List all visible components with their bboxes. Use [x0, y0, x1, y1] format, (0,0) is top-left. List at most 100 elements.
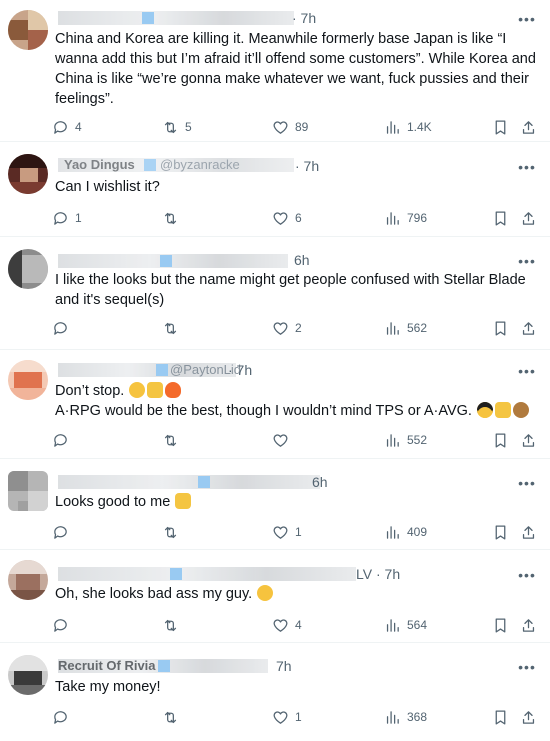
reply-tweet[interactable]: 6h ••• Looks good to me 1 409: [0, 459, 550, 550]
more-options-icon[interactable]: •••: [518, 364, 536, 378]
timestamp[interactable]: 6h: [312, 474, 328, 490]
verified-badge-icon: [158, 660, 170, 672]
bookmark-button[interactable]: [492, 117, 509, 137]
share-button[interactable]: [520, 522, 537, 542]
blurred-author-name[interactable]: [58, 475, 320, 489]
views-button[interactable]: 796: [384, 208, 427, 228]
like-button[interactable]: [272, 430, 295, 450]
thumbs-up-emoji: [147, 382, 164, 398]
share-button[interactable]: [520, 208, 537, 228]
bookmark-button[interactable]: [492, 615, 509, 635]
bookmark-button[interactable]: [492, 318, 509, 338]
more-options-icon[interactable]: •••: [518, 660, 536, 674]
timestamp[interactable]: LV · 7h: [356, 566, 400, 582]
blurred-author-name[interactable]: Recruit Of Rivia: [58, 658, 268, 673]
timestamp[interactable]: 7h: [276, 658, 292, 674]
tweet-text-line: Looks good to me: [55, 492, 536, 512]
reply-icon: [54, 525, 67, 539]
share-button[interactable]: [520, 117, 537, 137]
reply-icon: [54, 433, 67, 447]
like-button[interactable]: 1: [272, 522, 302, 542]
blurred-author-name[interactable]: [58, 11, 294, 25]
timestamp[interactable]: · 7h: [292, 10, 316, 26]
tweet-text-segment: Looks good to me: [55, 494, 171, 510]
more-options-icon[interactable]: •••: [518, 254, 536, 268]
timestamp[interactable]: · 7h: [228, 362, 252, 378]
reply-button[interactable]: [52, 318, 75, 338]
reply-button[interactable]: [52, 707, 75, 727]
bookmark-button[interactable]: [492, 208, 509, 228]
more-options-icon[interactable]: •••: [518, 476, 536, 490]
repost-icon: [164, 212, 177, 224]
views-button[interactable]: 552: [384, 430, 427, 450]
repost-button[interactable]: 5: [162, 117, 192, 137]
share-button[interactable]: [520, 707, 537, 727]
repost-button[interactable]: [162, 430, 185, 450]
avatar[interactable]: [8, 360, 48, 400]
like-icon: [273, 525, 288, 539]
reply-tweet[interactable]: Yao Dingus @byzanracke · 7h ••• Can I wi…: [0, 142, 550, 237]
action-bar: 4 564: [52, 615, 542, 635]
bookmark-button[interactable]: [492, 430, 509, 450]
avatar[interactable]: [8, 560, 48, 600]
reply-tweet[interactable]: @PaytonLid · 7h ••• Don’t stop. A·RPG wo…: [0, 350, 550, 459]
like-button[interactable]: 1: [272, 707, 302, 727]
like-count: 6: [295, 211, 302, 225]
blurred-author-name[interactable]: Yao Dingus @byzanracke: [58, 157, 294, 172]
repost-icon: [164, 619, 177, 631]
tweet-text: China and Korea are killing it. Meanwhil…: [55, 29, 536, 109]
views-button[interactable]: 409: [384, 522, 427, 542]
timestamp[interactable]: 6h: [294, 252, 310, 268]
views-button[interactable]: 562: [384, 318, 427, 338]
share-icon: [522, 525, 535, 539]
action-bar: 2 562: [52, 318, 542, 338]
reply-button[interactable]: [52, 430, 75, 450]
like-count: 1: [295, 525, 302, 539]
reply-button[interactable]: [52, 522, 75, 542]
bookmark-button[interactable]: [492, 522, 509, 542]
repost-button[interactable]: [162, 318, 185, 338]
like-button[interactable]: 4: [272, 615, 302, 635]
tweet-text-line: Oh, she looks bad ass my guy.: [55, 584, 536, 604]
share-button[interactable]: [520, 615, 537, 635]
reply-tweet[interactable]: 6h ••• I like the looks but the name mig…: [0, 237, 550, 350]
reply-button[interactable]: 1: [52, 208, 82, 228]
share-button[interactable]: [520, 318, 537, 338]
repost-button[interactable]: [162, 615, 185, 635]
avatar[interactable]: [8, 249, 48, 289]
repost-button[interactable]: [162, 522, 185, 542]
reply-tweet[interactable]: · 7h ••• China and Korea are killing it.…: [0, 0, 550, 142]
like-button[interactable]: 2: [272, 318, 302, 338]
tweet-text-line: A·RPG would be the best, though I wouldn…: [55, 401, 536, 421]
more-options-icon[interactable]: •••: [518, 568, 536, 582]
like-icon: [273, 211, 288, 225]
bookmark-icon: [495, 524, 506, 540]
tweet-text-line: China and Korea are killing it. Meanwhil…: [55, 31, 507, 47]
blurred-author-name[interactable]: @PaytonLid: [58, 362, 241, 377]
views-button[interactable]: 564: [384, 615, 427, 635]
reply-button[interactable]: [52, 615, 75, 635]
reply-tweet[interactable]: Recruit Of Rivia 7h ••• Take my money! 1…: [0, 643, 550, 741]
timestamp[interactable]: · 7h: [295, 158, 319, 174]
blurred-author-name[interactable]: [58, 567, 356, 581]
avatar[interactable]: [8, 471, 48, 511]
repost-button[interactable]: [162, 707, 185, 727]
reply-button[interactable]: 4: [52, 117, 82, 137]
share-button[interactable]: [520, 430, 537, 450]
fire-emoji: [165, 382, 182, 398]
like-button[interactable]: 6: [272, 208, 302, 228]
avatar[interactable]: [8, 154, 48, 194]
avatar[interactable]: [8, 10, 48, 50]
repost-button[interactable]: [162, 208, 185, 228]
like-button[interactable]: 89: [272, 117, 308, 137]
blurred-author-name[interactable]: [58, 254, 288, 268]
tweet-text-line: wanna add this but I’m afraid it’ll offe…: [55, 51, 536, 67]
bookmark-button[interactable]: [492, 707, 509, 727]
more-options-icon[interactable]: •••: [518, 12, 536, 26]
views-button[interactable]: 1.4K: [384, 117, 432, 137]
share-icon: [522, 211, 535, 225]
reply-tweet[interactable]: LV · 7h ••• Oh, she looks bad ass my guy…: [0, 550, 550, 643]
avatar[interactable]: [8, 655, 48, 695]
views-button[interactable]: 368: [384, 707, 427, 727]
more-options-icon[interactable]: •••: [518, 160, 536, 174]
